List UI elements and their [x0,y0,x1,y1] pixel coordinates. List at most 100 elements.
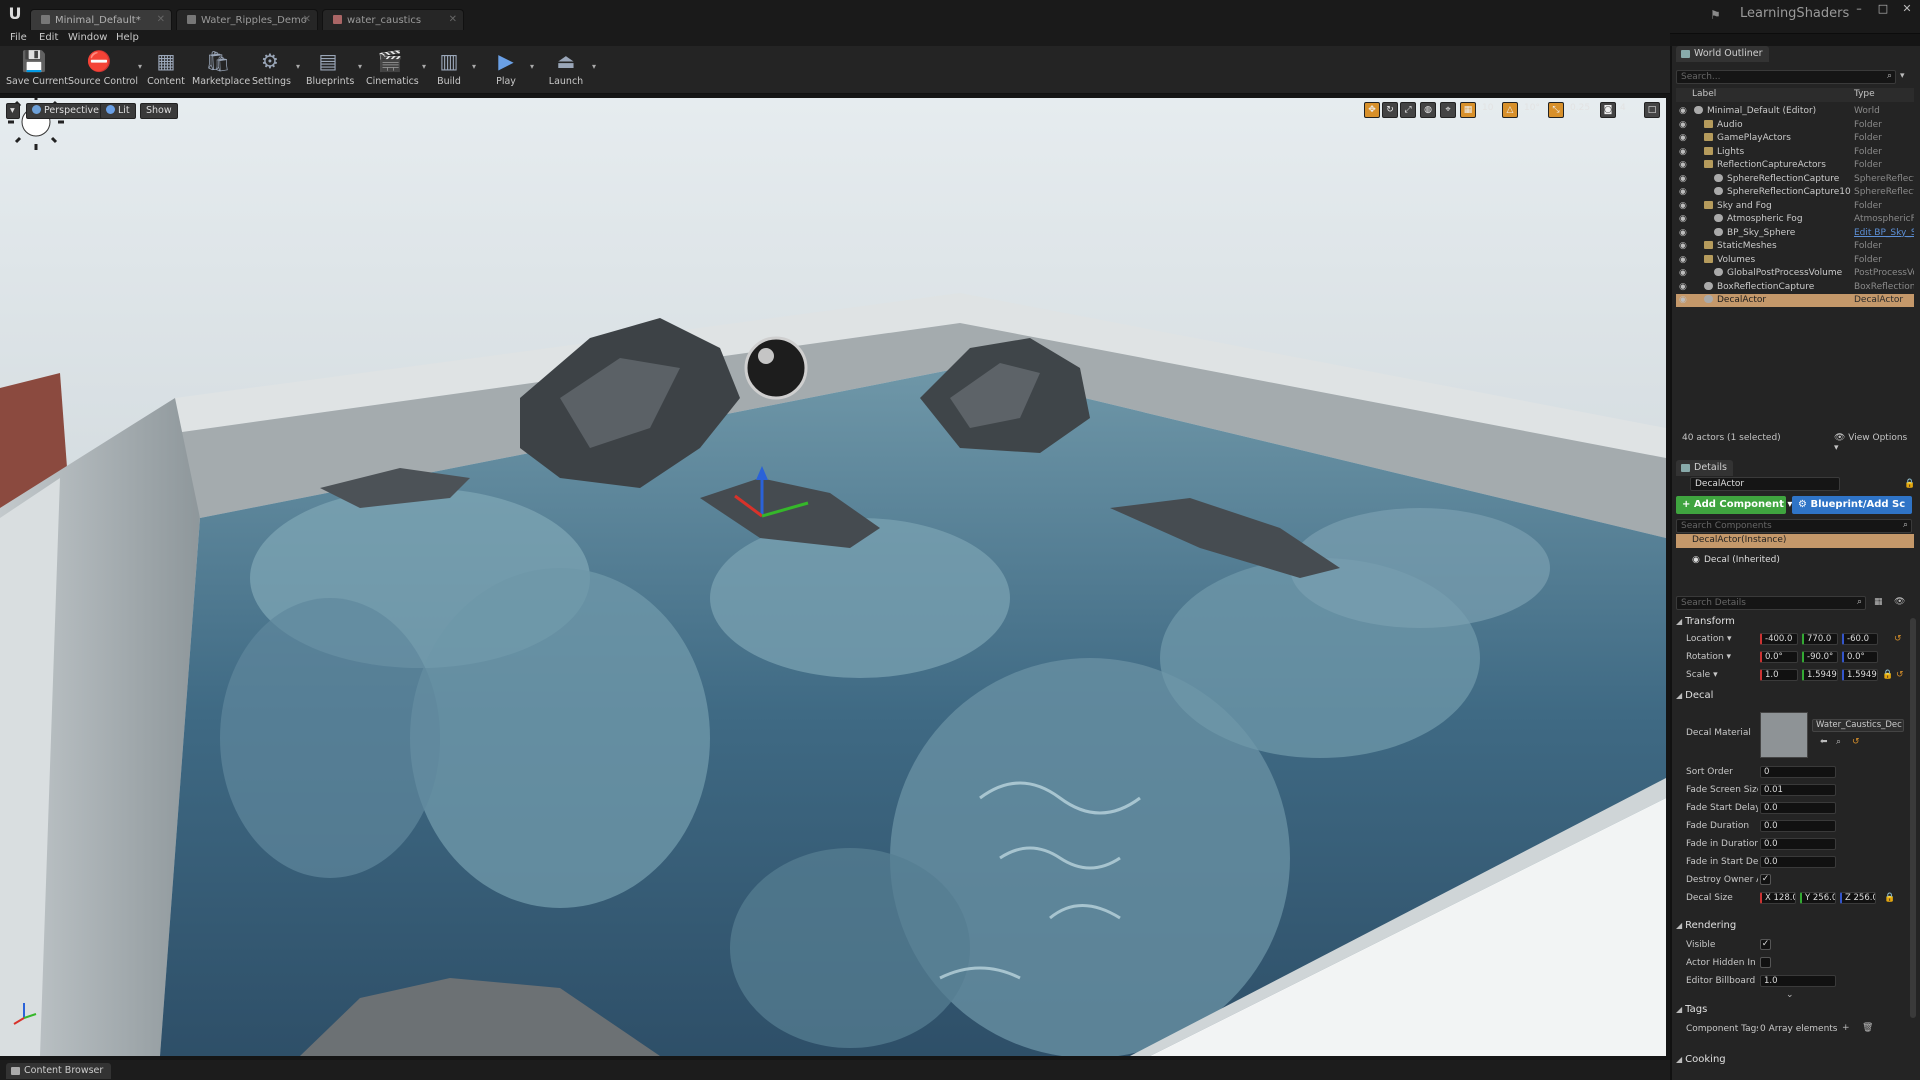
scale-label[interactable]: Scale ▾ [1686,670,1758,680]
decal-prop-field[interactable]: 0.0 [1760,856,1836,868]
blueprint-add-script-button[interactable]: ⚙ Blueprint/Add Sc [1792,496,1912,514]
scale-x-field[interactable]: 1.0 [1760,669,1798,681]
outliner-row[interactable]: ◉ Audio Folder [1676,119,1914,132]
type-column-header[interactable]: Type [1854,89,1875,99]
source-control-button[interactable]: ⛔ Source Control ▾ [68,48,142,92]
scale-snap-value[interactable]: 0.25 [1570,103,1590,113]
menu-file[interactable]: File [10,32,27,43]
eye-icon[interactable]: ◉ [1679,255,1689,264]
chevron-down-icon[interactable]: ▾ [592,62,596,71]
decal-size-x-field[interactable]: X 128.0 [1760,892,1796,904]
decal-prop-field[interactable]: 0.0 [1760,820,1836,832]
add-element-icon[interactable]: + [1842,1023,1850,1033]
cinematics-button[interactable]: 🎬 Cinematics ▾ [366,48,426,92]
reset-icon[interactable]: ↺ [1852,737,1860,747]
show-button[interactable]: Show [140,103,178,119]
reflection-sphere[interactable] [744,336,808,400]
viewport-options-button[interactable]: ▾ [6,103,20,119]
camera-speed-icon[interactable]: ◙ [1600,102,1616,118]
chevron-down-icon[interactable]: ▾ [358,62,362,71]
outliner-row[interactable]: ◉ Minimal_Default (Editor) World [1676,105,1914,118]
camera-speed-value[interactable]: 4 [1620,103,1626,113]
blueprints-button[interactable]: ▤ Blueprints ▾ [306,48,362,92]
destroy-owner-checkbox[interactable]: ✓ [1760,874,1771,885]
scale-y-field[interactable]: 1.5949 [1802,669,1838,681]
chevron-down-icon[interactable]: ▾ [472,62,476,71]
decal-prop-field[interactable]: 0 [1760,766,1836,778]
billboard-scale-field[interactable]: 1.0 [1760,975,1836,987]
lock-ratio-icon[interactable]: 🔒 [1882,670,1893,680]
minimize-button[interactable]: – [1848,2,1870,16]
outliner-row[interactable]: ◉ GamePlayActors Folder [1676,132,1914,145]
grid-snap-value[interactable]: 10 [1482,103,1493,113]
rotation-x-field[interactable]: 0.0° [1760,651,1798,663]
reset-icon[interactable]: ↺ [1894,634,1902,644]
location-y-field[interactable]: 770.0 [1802,633,1838,645]
outliner-row[interactable]: ◉ SphereReflectionCapture10SphereReflecti… [1676,186,1914,199]
transform-section[interactable]: ◢ Transform [1676,616,1914,630]
save-current-button[interactable]: 💾 Save Current [6,48,68,92]
eye-icon[interactable]: ◉ [1679,107,1689,116]
tags-section[interactable]: ◢ Tags [1676,1004,1914,1018]
outliner-row[interactable]: ◉ StaticMeshes Folder [1676,240,1914,253]
rotation-snap-value[interactable]: 10° [1524,103,1540,113]
outliner-row[interactable]: ◉ GlobalPostProcessVolume PostProcessVo [1676,267,1914,280]
settings-button[interactable]: ⚙ Settings ▾ [252,48,300,92]
eye-icon[interactable]: ◉ [1679,242,1689,251]
rotate-tool-icon[interactable]: ↻ [1382,102,1398,118]
eye-icon[interactable]: ◉ [1679,269,1689,278]
decal-section[interactable]: ◢ Decal [1676,690,1914,704]
outliner-row[interactable]: ◉ SphereReflectionCapture SphereReflectio [1676,173,1914,186]
close-icon[interactable]: ✕ [449,14,457,25]
label-column-header[interactable]: Label [1692,89,1716,99]
surface-snap-icon[interactable]: ⌖ [1440,102,1456,118]
outliner-type[interactable]: Edit BP_Sky_S [1854,228,1914,238]
eye-icon[interactable]: ◉ [1679,282,1689,291]
menu-window[interactable]: Window [68,32,107,43]
translate-tool-icon[interactable]: ✥ [1364,102,1380,118]
eye-icon[interactable]: ◉ [1679,188,1689,197]
component-row[interactable]: ◉ Decal (Inherited) [1676,554,1914,568]
outliner-filter-icon[interactable]: ▾ [1900,71,1905,81]
perspective-button[interactable]: Perspective [26,103,106,119]
decal-prop-field[interactable]: 0.0 [1760,838,1836,850]
menu-help[interactable]: Help [116,32,139,43]
scale-tool-icon[interactable]: ⤢ [1400,102,1416,118]
rotation-snap-icon[interactable]: △ [1502,102,1518,118]
eye-icon[interactable]: ◉ [1679,134,1689,143]
location-label[interactable]: Location ▾ [1686,634,1758,644]
close-icon[interactable]: ✕ [303,14,311,25]
level-viewport[interactable] [0,98,1666,1056]
outliner-row[interactable]: ◉ Sky and Fog Folder [1676,200,1914,213]
chevron-down-icon[interactable]: ▾ [138,62,142,71]
scale-z-field[interactable]: 1.5949 [1842,669,1878,681]
marketplace-button[interactable]: 🛍 Marketplace [192,48,250,92]
component-row[interactable]: DecalActor(Instance) [1676,534,1914,548]
lock-ratio-icon[interactable]: 🔒 [1884,893,1895,903]
search-components-input[interactable]: Search Components ⌕ [1676,519,1912,533]
eye-icon[interactable]: ◉ [1679,174,1689,183]
cooking-section[interactable]: ◢ Cooking [1676,1054,1914,1068]
eye-icon[interactable]: ◉ [1679,215,1689,224]
eye-icon[interactable]: ◉ [1679,296,1689,305]
decal-material-picker[interactable]: Water_Caustics_Dec ▾ [1812,719,1904,732]
content-button[interactable]: ▦ Content [146,48,186,92]
actor-name-field[interactable]: DecalActor [1690,477,1840,491]
rendering-section[interactable]: ◢ Rendering [1676,920,1914,934]
browse-icon[interactable]: ⌕ [1836,737,1841,747]
decal-size-z-field[interactable]: Z 256.0 [1840,892,1876,904]
trash-icon[interactable]: 🗑 [1862,1023,1873,1033]
property-matrix-icon[interactable]: ▦ [1874,597,1883,607]
decal-size-y-field[interactable]: Y 256.0 [1800,892,1836,904]
actor-hidden-checkbox[interactable] [1760,957,1771,968]
build-button[interactable]: ▥ Build ▾ [434,48,476,92]
outliner-row[interactable]: ◉ ReflectionCaptureActors Folder [1676,159,1914,172]
material-thumbnail[interactable] [1760,712,1808,758]
eye-icon[interactable]: ◉ [1679,201,1689,210]
outliner-row[interactable]: ◉ Lights Folder [1676,146,1914,159]
play-button[interactable]: ▶ Play ▾ [490,48,534,92]
outliner-row[interactable]: ◉ Volumes Folder [1676,254,1914,267]
outliner-row[interactable]: ◉ BP_Sky_Sphere Edit BP_Sky_S [1676,227,1914,240]
eye-icon[interactable]: ◉ [1679,161,1689,170]
close-icon[interactable]: ✕ [157,14,165,25]
